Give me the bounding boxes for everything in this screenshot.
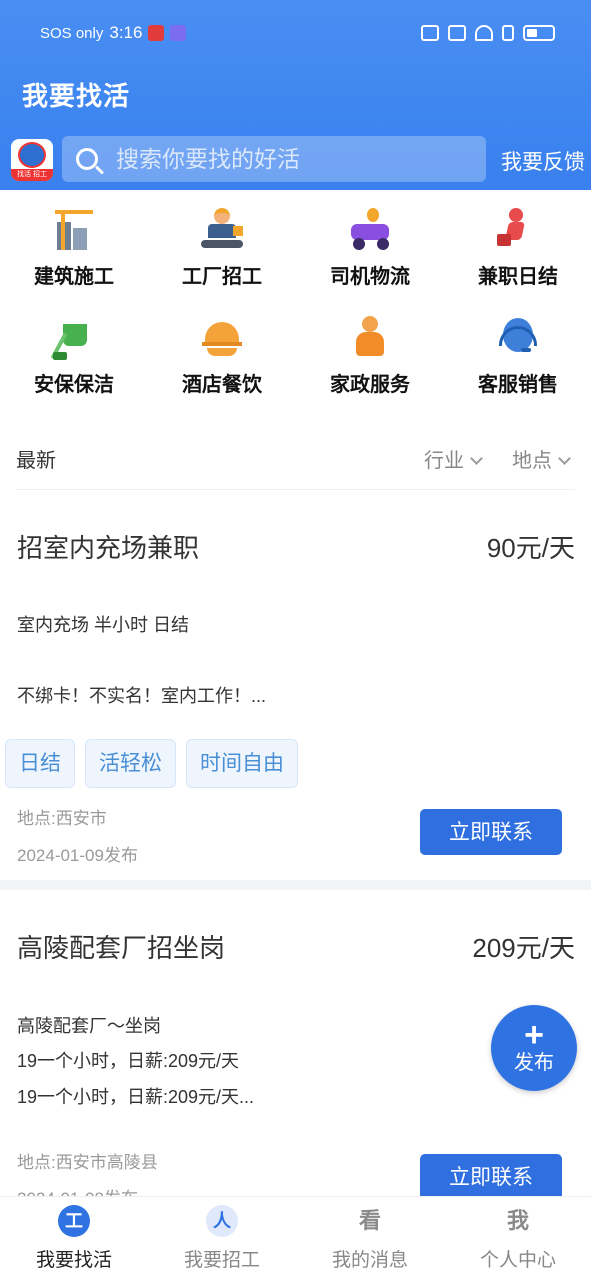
nav-messages[interactable]: 看 我的消息	[296, 1197, 444, 1280]
job-tag: 活轻松	[85, 739, 176, 788]
category-label: 家政服务	[330, 374, 410, 396]
nav-label: 个人中心	[479, 1250, 556, 1271]
job-location: 地点:西安市	[17, 809, 107, 828]
cleaning-icon	[50, 314, 97, 360]
category-grid: 建筑施工 工厂招工 司机物流 兼职日结 安保保洁 酒店餐饮 家政服务 客服销售	[0, 202, 591, 406]
app-notification-icon	[148, 25, 165, 41]
construction-icon	[51, 206, 97, 252]
plus-icon: +	[524, 1016, 544, 1054]
category-hotel-catering[interactable]: 酒店餐饮	[148, 310, 296, 406]
vibrate-icon	[448, 25, 466, 41]
category-label: 工厂招工	[182, 266, 262, 288]
app-logo[interactable]: 找活 招工	[11, 139, 53, 181]
factory-worker-icon	[199, 206, 245, 252]
nav-profile[interactable]: 我 个人中心	[444, 1197, 591, 1280]
contact-button[interactable]: 立即联系	[420, 1154, 562, 1200]
category-label: 建筑施工	[34, 266, 114, 288]
category-customer-service[interactable]: 客服销售	[444, 310, 591, 406]
job-description-line: 室内充场 半小时 日结	[17, 615, 190, 635]
clock: 3:16	[109, 23, 143, 42]
search-input[interactable]	[114, 144, 454, 174]
job-tag: 时间自由	[186, 739, 298, 788]
category-label: 客服销售	[478, 374, 558, 396]
category-label: 司机物流	[330, 266, 410, 288]
feedback-link[interactable]: 我要反馈	[501, 146, 585, 176]
chevron-down-icon	[558, 452, 571, 465]
job-location: 地点:西安市高陵县	[17, 1153, 158, 1172]
housekeeping-icon	[347, 314, 393, 360]
search-bar[interactable]	[62, 136, 486, 182]
category-part-time[interactable]: 兼职日结	[444, 202, 591, 298]
location-filter[interactable]: 地点	[512, 444, 571, 473]
customer-service-icon	[495, 314, 541, 360]
category-factory[interactable]: 工厂招工	[148, 202, 296, 298]
nfc-icon	[421, 25, 439, 41]
battery-icon	[523, 25, 555, 41]
job-title: 高陵配套厂招坐岗	[17, 933, 226, 963]
job-title: 招室内充场兼职	[17, 533, 200, 563]
messages-icon: 看	[358, 1208, 381, 1233]
category-driver-logistics[interactable]: 司机物流	[296, 202, 444, 298]
job-date: 2024-01-09发布	[17, 846, 138, 865]
nav-find-work[interactable]: 工 我要找活	[0, 1197, 148, 1280]
nav-label: 我要找活	[35, 1250, 112, 1271]
nav-recruit[interactable]: 人 我要招工	[148, 1197, 296, 1280]
category-label: 酒店餐饮	[182, 374, 262, 396]
alert-icon	[502, 25, 514, 41]
search-icon	[76, 148, 98, 170]
delivery-scooter-icon	[347, 206, 393, 252]
job-card[interactable]: 招室内充场兼职 90元/天 室内充场 半小时 日结 不绑卡！不实名！室内工作！.…	[0, 490, 591, 880]
publish-button[interactable]: + 发布	[491, 1005, 577, 1091]
category-housekeeping[interactable]: 家政服务	[296, 310, 444, 406]
job-price: 209元/天	[472, 933, 575, 963]
job-tag: 日结	[5, 739, 75, 788]
filter-bar: 最新 行业 地点	[0, 430, 591, 490]
carrier-text: SOS only	[40, 24, 104, 42]
industry-filter[interactable]: 行业	[424, 444, 483, 473]
wifi-icon	[475, 25, 493, 41]
bottom-nav: 工 我要找活 人 我要招工 看 我的消息 我 个人中心	[0, 1196, 591, 1280]
profile-icon: 我	[506, 1208, 529, 1233]
find-work-icon: 工	[58, 1205, 90, 1237]
recruit-icon: 人	[206, 1205, 238, 1237]
part-time-icon	[495, 206, 541, 252]
logo-text: 找活 招工	[11, 169, 53, 181]
job-description-line: 19一个小时，日薪:209元/天...	[17, 1087, 255, 1107]
category-security-cleaning[interactable]: 安保保洁	[0, 310, 148, 406]
job-description-line: 19一个小时，日薪:209元/天	[17, 1051, 240, 1071]
sort-latest[interactable]: 最新	[16, 444, 56, 473]
publish-label: 发布	[514, 1052, 554, 1074]
app-notification-icon	[170, 25, 187, 41]
nav-label: 我要招工	[183, 1250, 260, 1271]
industry-filter-label: 行业	[424, 450, 464, 472]
job-price: 90元/天	[486, 533, 575, 563]
card-separator	[0, 880, 591, 890]
location-filter-label: 地点	[512, 450, 552, 472]
contact-button[interactable]: 立即联系	[420, 809, 562, 855]
category-label: 安保保洁	[34, 374, 114, 396]
category-construction[interactable]: 建筑施工	[0, 202, 148, 298]
page-title: 我要找活	[22, 81, 131, 111]
status-bar: SOS only 3:16	[40, 20, 555, 46]
chevron-down-icon	[470, 452, 483, 465]
category-label: 兼职日结	[478, 266, 558, 288]
job-description-line: 高陵配套厂～坐岗	[17, 1016, 161, 1036]
app-header: SOS only 3:16 我要找活 找活 招工 我要反馈	[0, 0, 591, 190]
job-tags: 日结 活轻松 时间自由	[5, 739, 298, 788]
food-service-icon	[199, 314, 245, 360]
nav-label: 我的消息	[331, 1250, 408, 1271]
job-description-line: 不绑卡！不实名！室内工作！...	[17, 686, 267, 706]
